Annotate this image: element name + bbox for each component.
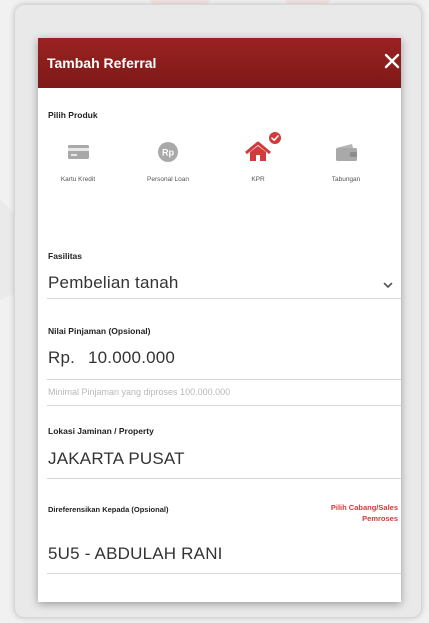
pilih-cabang-link[interactable]: Pilih Cabang/Sales Pemroses — [331, 503, 398, 525]
product-label: Kartu Kredit — [60, 176, 96, 183]
currency-prefix: Rp. — [48, 348, 76, 367]
divider — [47, 298, 401, 299]
modal-title: Tambah Referral — [47, 55, 157, 71]
selected-check-icon — [269, 132, 281, 144]
close-icon — [384, 53, 400, 69]
divider — [47, 379, 401, 380]
fasilitas-select[interactable]: Pembelian tanah — [48, 273, 179, 293]
pilih-produk-label: Pilih Produk — [48, 110, 98, 120]
close-button[interactable] — [379, 48, 401, 74]
tambah-referral-modal: Tambah Referral Pilih Produk Kartu Kredi… — [38, 38, 401, 602]
chevron-down-icon — [383, 282, 393, 288]
fasilitas-dropdown-toggle[interactable] — [381, 278, 395, 292]
product-kpr[interactable]: KPR — [218, 132, 298, 185]
rupiah-coin-icon: Rp — [148, 132, 188, 172]
direferensikan-label: Direferensikan Kepada (Opsional) — [48, 505, 169, 514]
product-label: Tabungan — [331, 176, 361, 183]
credit-card-icon — [58, 132, 98, 172]
nilai-pinjaman-label: Nilai Pinjaman (Opsional) — [48, 326, 151, 336]
product-label: KPR — [251, 176, 265, 183]
wallet-icon — [326, 132, 366, 172]
product-personal-loan[interactable]: Rp Personal Loan — [128, 132, 208, 185]
pilih-cabang-link-line2: Pemroses — [362, 513, 398, 523]
pilih-cabang-link-line1: Pilih Cabang/Sales — [330, 503, 398, 512]
product-label: Personal Loan — [147, 176, 189, 183]
direferensikan-value[interactable]: 5U5 - ABDULAH RANI — [48, 544, 223, 564]
house-icon — [238, 132, 281, 172]
nilai-pinjaman-hint: Minimal Pinjaman yang diproses 100.000.0… — [48, 387, 231, 397]
divider — [47, 478, 401, 479]
lokasi-jaminan-input[interactable]: JAKARTA PUSAT — [48, 449, 185, 469]
divider — [47, 573, 401, 574]
product-tabungan[interactable]: Tabungan — [306, 132, 386, 185]
product-selector: Kartu Kredit Rp Personal Loan KPR Tabung… — [38, 132, 401, 212]
fasilitas-label: Fasilitas — [48, 251, 83, 261]
svg-text:Rp: Rp — [162, 148, 174, 158]
divider — [47, 405, 401, 406]
lokasi-jaminan-label: Lokasi Jaminan / Property — [48, 426, 154, 436]
modal-header: Tambah Referral — [38, 38, 401, 88]
nilai-pinjaman-input[interactable]: 10.000.000 — [88, 348, 175, 368]
product-kartu-kredit[interactable]: Kartu Kredit — [38, 132, 118, 185]
